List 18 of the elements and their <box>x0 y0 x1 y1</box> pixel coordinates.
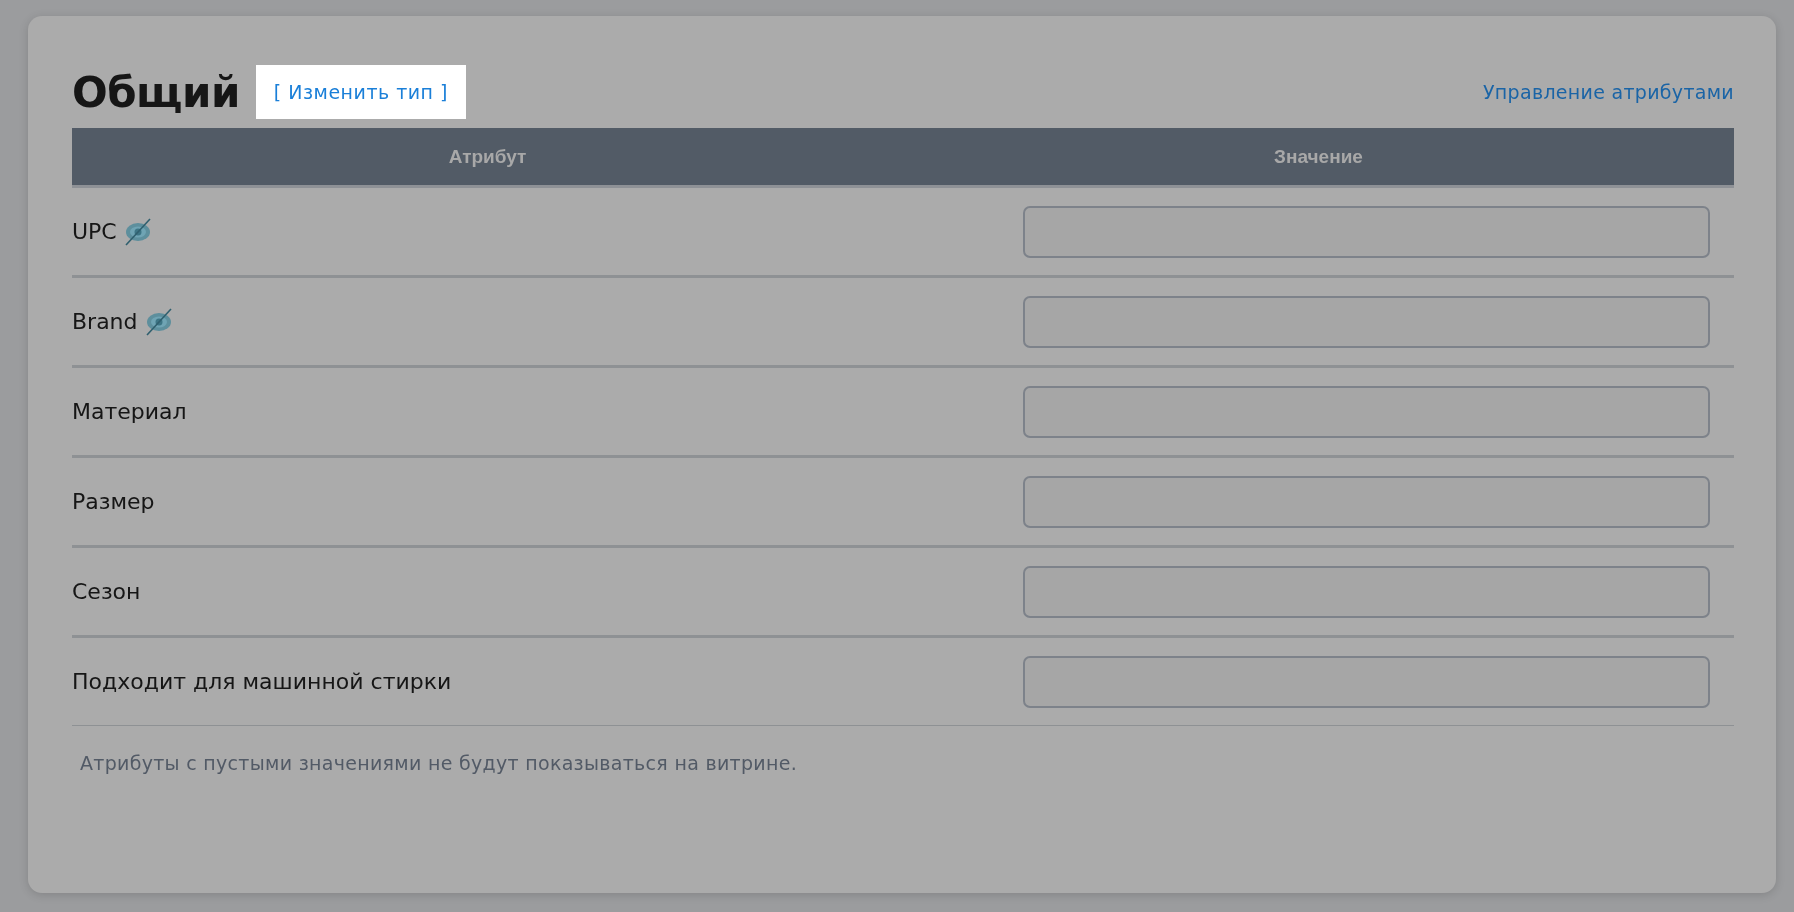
value-input[interactable] <box>1023 655 1710 708</box>
column-header: Значение <box>1273 145 1364 168</box>
change-type-link[interactable]: [ Изменить тип ] <box>255 65 466 119</box>
attribute-name: Материал <box>72 399 187 424</box>
column-header: Атрибут <box>447 145 528 168</box>
attribute-name: Подходит для машинной стирки <box>72 669 452 694</box>
value-input[interactable] <box>1023 205 1710 258</box>
attribute-name: Сезон <box>72 579 141 604</box>
value-input[interactable] <box>1023 475 1710 528</box>
value-input[interactable] <box>1023 385 1710 438</box>
value-input[interactable] <box>1023 295 1710 348</box>
manage-attributes-link[interactable]: Управление атрибутами <box>1483 81 1734 103</box>
value-input[interactable] <box>1023 565 1710 618</box>
attribute-name: UPC <box>72 219 117 244</box>
section-title: Общий <box>72 67 240 117</box>
hint-text: Атрибуты с пустыми значениями не будут показываться на витрине. <box>80 752 798 774</box>
attribute-name: Размер <box>72 489 155 514</box>
attribute-name: Brand <box>72 309 138 334</box>
